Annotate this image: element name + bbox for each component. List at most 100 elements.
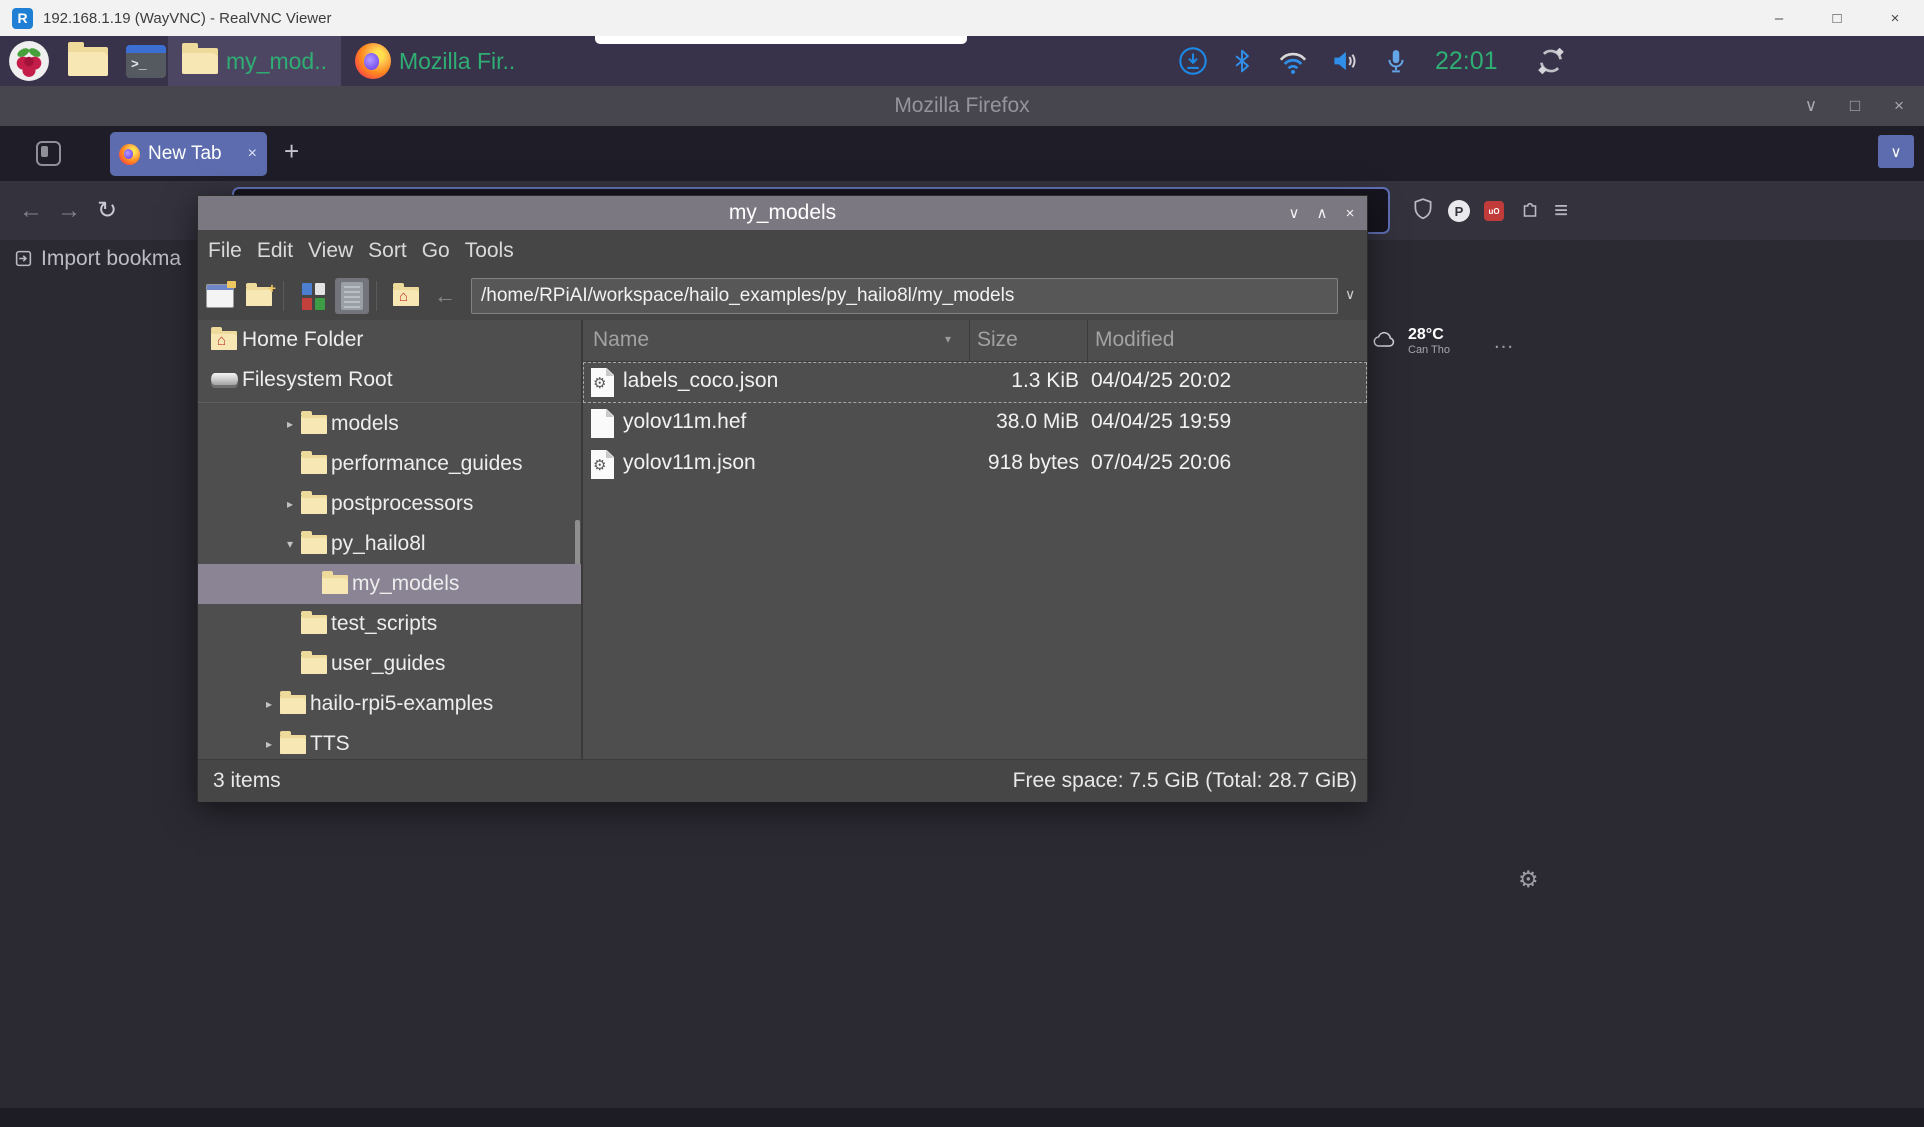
tree-item-postprocessors[interactable]: ▸ postprocessors xyxy=(198,484,581,524)
tree-item-label: py_hailo8l xyxy=(331,532,426,556)
sync-icon[interactable] xyxy=(1535,45,1567,77)
free-space: Free space: 7.5 GiB (Total: 28.7 GiB) xyxy=(1013,769,1357,793)
import-bookmarks-icon xyxy=(14,249,33,268)
path-dropdown-icon[interactable]: ∨ xyxy=(1345,286,1355,303)
import-bookmarks-label[interactable]: Import bookma xyxy=(41,247,181,271)
clock[interactable]: 22:01 xyxy=(1435,47,1498,76)
tree-item-performance_guides[interactable]: performance_guides xyxy=(198,444,581,484)
volume-icon[interactable] xyxy=(1331,47,1363,75)
list-header: Name ▾ Size Modified xyxy=(583,320,1367,362)
fm-menubar: File Edit View Sort Go Tools xyxy=(198,230,1367,272)
close-button[interactable]: × xyxy=(1884,86,1914,126)
wifi-icon[interactable] xyxy=(1276,46,1310,76)
tree-item-models[interactable]: ▸models xyxy=(198,404,581,444)
file-manager-icon[interactable] xyxy=(68,47,108,76)
ublock-origin-icon[interactable]: uO xyxy=(1484,201,1504,221)
back-button[interactable]: ← xyxy=(428,278,462,314)
profile-badge[interactable]: P xyxy=(1448,200,1470,222)
column-header-size[interactable]: Size xyxy=(977,328,1018,352)
home-folder-icon: ⌂ xyxy=(211,331,237,350)
tree-item-label: my_models xyxy=(352,572,459,596)
tree-item-TTS[interactable]: ▸TTS xyxy=(198,724,581,759)
maximize-button[interactable]: □ xyxy=(1808,0,1866,36)
menu-edit[interactable]: Edit xyxy=(257,239,293,263)
tab-new-tab[interactable]: New Tab × xyxy=(110,132,267,176)
back-button[interactable]: ← xyxy=(14,181,48,240)
close-button[interactable]: × xyxy=(1866,0,1924,36)
new-window-button[interactable] xyxy=(203,278,237,314)
settings-gear-icon[interactable]: ⚙ xyxy=(1518,866,1539,893)
menu-view[interactable]: View xyxy=(308,239,353,263)
file-row-yolov11m.json[interactable]: yolov11m.json918 bytes07/04/25 20:06 xyxy=(583,444,1367,485)
place-filesystem-root[interactable]: Filesystem Root xyxy=(198,360,581,400)
folder-icon xyxy=(322,575,348,594)
path-bar[interactable]: /home/RPiAI/workspace/hailo_examples/py_… xyxy=(471,278,1338,314)
terminal-icon[interactable] xyxy=(126,45,166,78)
tray-icons xyxy=(1178,46,1408,76)
expander-collapsed-icon[interactable]: ▸ xyxy=(287,497,301,511)
reload-button[interactable]: ↻ xyxy=(90,181,124,240)
task-label: my_mod.. xyxy=(226,48,327,75)
column-header-name[interactable]: Name xyxy=(593,328,649,352)
cloud-icon xyxy=(1370,326,1400,357)
extensions-icon[interactable] xyxy=(1518,198,1540,225)
tree-item-hailo-rpi5-examples[interactable]: ▸hailo-rpi5-examples xyxy=(198,684,581,724)
menu-go[interactable]: Go xyxy=(422,239,450,263)
new-folder-button[interactable]: + xyxy=(242,278,276,314)
bluetooth-icon[interactable] xyxy=(1229,47,1255,75)
folder-icon xyxy=(301,455,327,474)
menu-hamburger-icon[interactable]: ≡ xyxy=(1554,197,1568,225)
taskbar-task[interactable]: my_mod.. xyxy=(168,36,341,86)
tree-item-label: postprocessors xyxy=(331,492,473,516)
folder-icon xyxy=(301,415,327,434)
toolbar-separator xyxy=(376,281,377,311)
taskbar-launchers xyxy=(8,36,166,86)
minimize-button[interactable]: ∨ xyxy=(1283,196,1305,230)
expander-collapsed-icon[interactable]: ▸ xyxy=(266,737,280,751)
maximize-button[interactable]: □ xyxy=(1840,86,1870,126)
raspberry-menu-icon[interactable] xyxy=(8,40,50,82)
expander-collapsed-icon[interactable]: ▸ xyxy=(287,417,301,431)
tree-item-label: user_guides xyxy=(331,652,445,676)
vnc-titlebar: R 192.168.1.19 (WayVNC) - RealVNC Viewer… xyxy=(0,0,1924,37)
column-divider[interactable] xyxy=(1087,320,1088,361)
menu-sort[interactable]: Sort xyxy=(368,239,407,263)
taskbar-task[interactable]: Mozilla Fir.. xyxy=(341,36,529,86)
minimize-button[interactable]: ∨ xyxy=(1796,86,1826,126)
firefox-view-icon[interactable] xyxy=(36,141,61,166)
new-tab-button[interactable]: + xyxy=(284,136,299,167)
download-icon[interactable] xyxy=(1178,46,1208,76)
tree-item-test_scripts[interactable]: test_scripts xyxy=(198,604,581,644)
list-all-tabs-button[interactable]: ∨ xyxy=(1878,135,1914,168)
file-row-yolov11m.hef[interactable]: yolov11m.hef38.0 MiB04/04/25 19:59 xyxy=(583,403,1367,444)
folder-icon xyxy=(301,535,327,554)
tab-close-icon[interactable]: × xyxy=(248,145,257,163)
forward-button[interactable]: → xyxy=(52,181,86,240)
maximize-button[interactable]: ∧ xyxy=(1311,196,1333,230)
expander-collapsed-icon[interactable]: ▸ xyxy=(266,697,280,711)
column-divider[interactable] xyxy=(969,320,970,361)
fm-titlebar[interactable]: my_models ∨∧× xyxy=(198,196,1367,230)
place-home-folder[interactable]: ⌂Home Folder xyxy=(198,320,581,360)
microphone-icon[interactable] xyxy=(1384,46,1408,76)
menu-tools[interactable]: Tools xyxy=(465,239,514,263)
file-row-labels_coco.json[interactable]: labels_coco.json1.3 KiB04/04/25 20:02 xyxy=(583,362,1367,403)
file-modified: 07/04/25 20:06 xyxy=(1091,451,1231,475)
shield-icon[interactable] xyxy=(1412,197,1434,226)
tree-item-user_guides[interactable]: user_guides xyxy=(198,644,581,684)
minimize-button[interactable]: – xyxy=(1750,0,1808,36)
tree-item-py_hailo8l[interactable]: ▾ py_hailo8l xyxy=(198,524,581,564)
weather-widget[interactable]: 28°C Can Tho xyxy=(1370,326,1450,357)
weather-more-button[interactable]: … xyxy=(1493,330,1516,354)
list-view-button[interactable] xyxy=(335,278,369,314)
tree-item-my_models[interactable]: my_models xyxy=(198,564,581,604)
home-button[interactable]: ⌂ xyxy=(389,278,423,314)
firefox-window-controls: ∨ □ × xyxy=(1796,86,1914,126)
menu-file[interactable]: File xyxy=(208,239,242,263)
vnc-toolbar-tab[interactable] xyxy=(595,36,967,44)
folder-icon xyxy=(301,615,327,634)
column-header-modified[interactable]: Modified xyxy=(1095,328,1174,352)
close-button[interactable]: × xyxy=(1339,196,1361,230)
icon-view-button[interactable] xyxy=(296,278,330,314)
expander-expanded-icon[interactable]: ▾ xyxy=(287,537,301,551)
